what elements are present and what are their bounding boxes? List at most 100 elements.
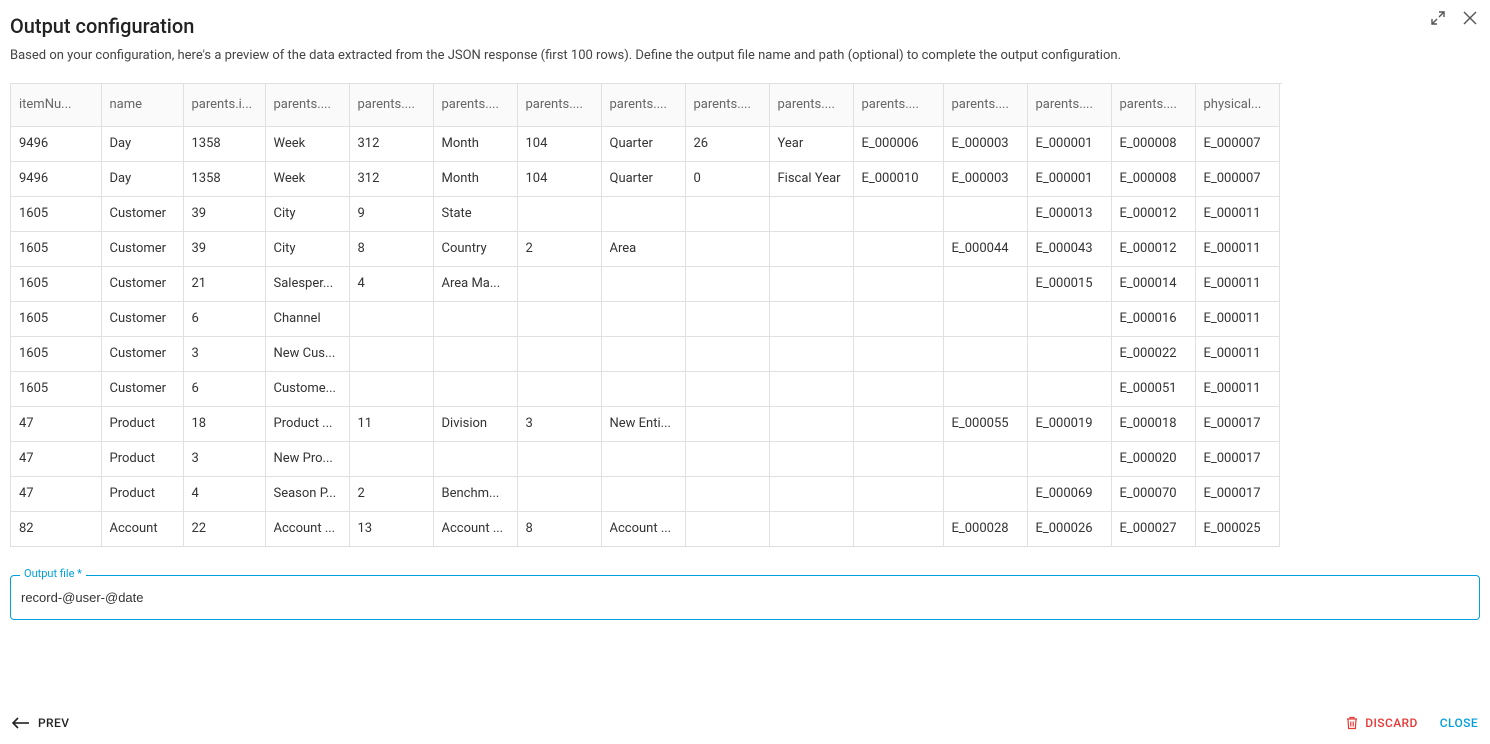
table-cell: 47 <box>11 476 101 511</box>
output-file-field-wrap: Output file * <box>10 575 1480 620</box>
column-header[interactable]: parents.... <box>769 84 853 126</box>
output-file-label: Output file * <box>20 567 86 580</box>
table-cell: E_000027 <box>1111 511 1195 546</box>
table-row: 9496Day1358Week312Month104Quarter26YearE… <box>11 126 1279 161</box>
table-cell <box>943 441 1027 476</box>
table-cell: 2 <box>349 476 433 511</box>
table-cell: E_000015 <box>1027 266 1111 301</box>
table-cell <box>769 476 853 511</box>
column-header[interactable]: parents.... <box>265 84 349 126</box>
table-cell: E_000043 <box>1027 231 1111 266</box>
prev-button-label: PREV <box>38 716 69 730</box>
table-row: 47Product3New Pro...E_000020E_000017 <box>11 441 1279 476</box>
column-header[interactable]: parents.... <box>853 84 943 126</box>
table-cell: 6 <box>183 371 265 406</box>
table-cell: Account ... <box>601 511 685 546</box>
table-cell <box>601 371 685 406</box>
column-header[interactable]: name <box>101 84 183 126</box>
table-cell: 1358 <box>183 126 265 161</box>
table-cell <box>943 476 1027 511</box>
table-cell: 104 <box>517 126 601 161</box>
column-header[interactable]: parents.... <box>685 84 769 126</box>
table-cell: E_000001 <box>1027 126 1111 161</box>
column-header[interactable]: parents.... <box>1027 84 1111 126</box>
column-header[interactable]: parents.... <box>601 84 685 126</box>
table-cell: 312 <box>349 126 433 161</box>
table-cell: 13 <box>349 511 433 546</box>
table-cell: E_000055 <box>943 406 1027 441</box>
table-cell: E_000007 <box>1195 126 1279 161</box>
table-cell: E_000051 <box>1111 371 1195 406</box>
table-cell <box>853 441 943 476</box>
table-cell: 1605 <box>11 371 101 406</box>
table-cell: Year <box>769 126 853 161</box>
table-cell: Account ... <box>265 511 349 546</box>
table-cell: Channel <box>265 301 349 336</box>
table-cell: 21 <box>183 266 265 301</box>
table-row: 1605Customer21Salesper...4Area Ma...E_00… <box>11 266 1279 301</box>
column-header[interactable]: itemNu... <box>11 84 101 126</box>
window-controls <box>1430 10 1478 30</box>
table-cell: 9496 <box>11 161 101 196</box>
table-cell: Customer <box>101 371 183 406</box>
table-cell <box>853 196 943 231</box>
table-cell <box>769 231 853 266</box>
table-cell: 104 <box>517 161 601 196</box>
table-cell <box>853 301 943 336</box>
table-cell: Area <box>601 231 685 266</box>
table-cell: 4 <box>349 266 433 301</box>
table-cell: E_000044 <box>943 231 1027 266</box>
table-cell: E_000070 <box>1111 476 1195 511</box>
table-cell <box>349 336 433 371</box>
table-cell: E_000017 <box>1195 406 1279 441</box>
table-row: 9496Day1358Week312Month104Quarter0Fiscal… <box>11 161 1279 196</box>
table-cell <box>349 301 433 336</box>
table-cell: Quarter <box>601 126 685 161</box>
table-cell <box>433 301 517 336</box>
expand-icon[interactable] <box>1430 10 1446 30</box>
table-cell: Month <box>433 126 517 161</box>
table-cell: E_000011 <box>1195 196 1279 231</box>
table-cell: E_000013 <box>1027 196 1111 231</box>
table-row: 47Product18Product ...11Division3New Ent… <box>11 406 1279 441</box>
column-header[interactable]: parents.... <box>517 84 601 126</box>
column-header[interactable]: parents.... <box>349 84 433 126</box>
table-cell: Customer <box>101 301 183 336</box>
column-header[interactable]: parents.... <box>943 84 1027 126</box>
table-cell: 0 <box>685 161 769 196</box>
table-cell: City <box>265 196 349 231</box>
table-cell: E_000014 <box>1111 266 1195 301</box>
table-cell: Season P... <box>265 476 349 511</box>
table-cell: Day <box>101 126 183 161</box>
close-icon[interactable] <box>1462 10 1478 30</box>
table-cell: 1605 <box>11 301 101 336</box>
table-row: 1605Customer39City8Country2AreaE_000044E… <box>11 231 1279 266</box>
table-cell <box>601 336 685 371</box>
close-button[interactable]: CLOSE <box>1440 716 1478 730</box>
table-cell <box>601 476 685 511</box>
prev-button[interactable]: PREV <box>12 716 69 730</box>
discard-button[interactable]: DISCARD <box>1345 716 1417 730</box>
column-header[interactable]: parents.i... <box>183 84 265 126</box>
column-header[interactable]: parents.... <box>1111 84 1195 126</box>
table-cell: E_000018 <box>1111 406 1195 441</box>
table-cell <box>433 336 517 371</box>
table-cell: E_000008 <box>1111 161 1195 196</box>
table-cell: 4 <box>183 476 265 511</box>
table-cell: New Pro... <box>265 441 349 476</box>
table-cell: 9496 <box>11 126 101 161</box>
table-cell <box>685 511 769 546</box>
table-cell <box>943 371 1027 406</box>
table-cell: 3 <box>517 406 601 441</box>
table-cell: Product ... <box>265 406 349 441</box>
table-cell: 3 <box>183 336 265 371</box>
table-cell <box>685 441 769 476</box>
output-file-input[interactable] <box>10 575 1480 620</box>
table-cell: E_000069 <box>1027 476 1111 511</box>
table-cell: Quarter <box>601 161 685 196</box>
table-cell: 8 <box>349 231 433 266</box>
column-header[interactable]: physical... <box>1195 84 1279 126</box>
table-cell: Country <box>433 231 517 266</box>
table-cell <box>349 441 433 476</box>
column-header[interactable]: parents.... <box>433 84 517 126</box>
